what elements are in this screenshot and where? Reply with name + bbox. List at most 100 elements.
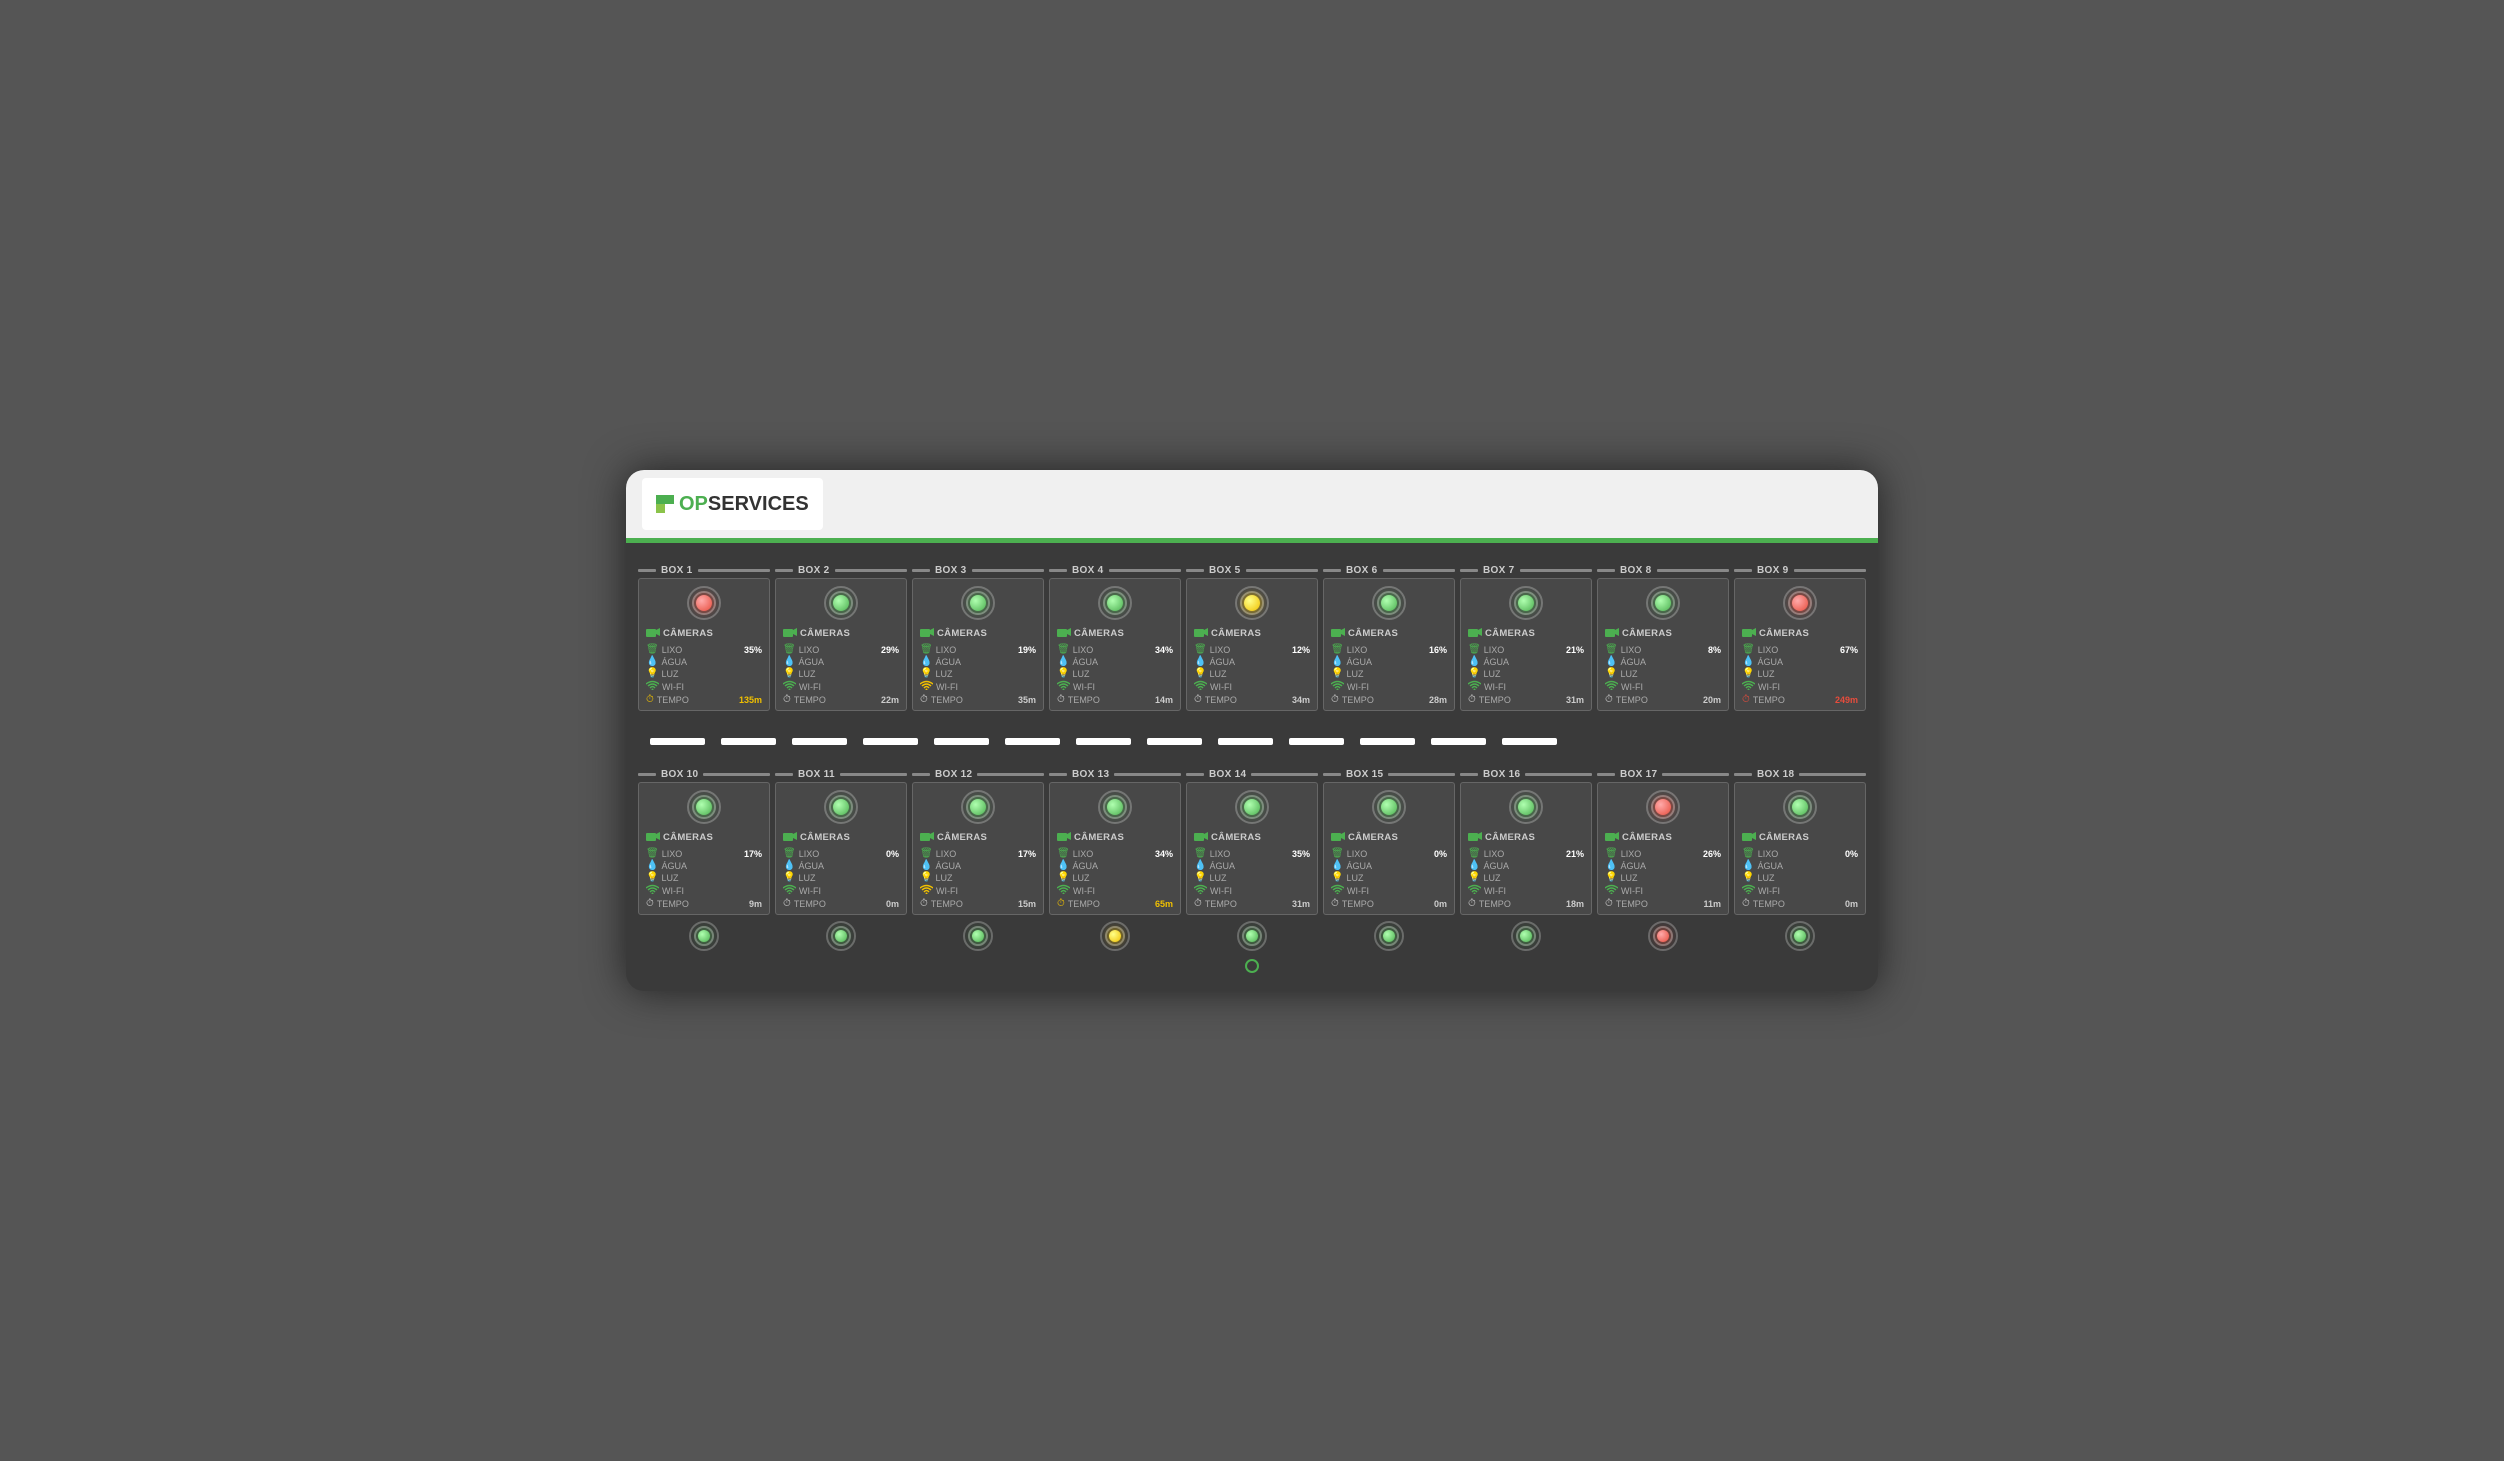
box-name: BOX 10: [661, 769, 698, 780]
luz-label: LUZ: [798, 873, 815, 883]
box-card: CÂMERAS🗑LIXO34%💧ÁGUA💡LUZ WI-FI⏱TEMPO14m: [1049, 578, 1181, 711]
agua-label: ÁGUA: [798, 861, 824, 871]
camera-icon: [920, 624, 934, 642]
monitor-screen: OPSERVICES BOX 1CÂMERAS🗑LIXO35%💧ÁGUA💡LUZ…: [626, 470, 1878, 991]
box-wrapper: BOX 9CÂMERAS🗑LIXO67%💧ÁGUA💡LUZ WI-FI⏱TEMP…: [1734, 565, 1866, 711]
road-mark: [1502, 738, 1557, 745]
lixo-label: LIXO: [1621, 849, 1700, 859]
cameras-label: CÂMERAS: [1074, 628, 1124, 639]
lixo-value: 8%: [1708, 645, 1721, 655]
tempo-icon: ⏱: [1057, 898, 1065, 909]
agua-label: ÁGUA: [1483, 861, 1509, 871]
luz-icon: 💡: [1194, 872, 1206, 883]
wifi-icon: [1194, 680, 1207, 693]
box-name: BOX 8: [1620, 565, 1652, 576]
lixo-icon: 🗑: [1331, 644, 1344, 655]
tempo-value: 18m: [1566, 899, 1584, 909]
lixo-label: LIXO: [1484, 849, 1563, 859]
tempo-icon: ⏱: [646, 898, 654, 909]
agua-icon: 💧: [920, 656, 932, 667]
lixo-value: 21%: [1566, 849, 1584, 859]
cameras-label: CÂMERAS: [1622, 628, 1672, 639]
lixo-icon: 🗑: [783, 848, 796, 859]
box-card: CÂMERAS🗑LIXO0%💧ÁGUA💡LUZ WI-FI⏱TEMPO0m: [1323, 782, 1455, 915]
camera-icon: [1194, 624, 1208, 642]
agua-icon: 💧: [1194, 656, 1206, 667]
tempo-label: TEMPO: [1479, 899, 1563, 909]
wifi-label: WI-FI: [1073, 886, 1095, 896]
lixo-label: LIXO: [1073, 645, 1152, 655]
luz-label: LUZ: [1072, 669, 1089, 679]
tempo-label: TEMPO: [1205, 695, 1289, 705]
luz-icon: 💡: [1605, 668, 1617, 679]
cameras-label: CÂMERAS: [1348, 832, 1398, 843]
agua-label: ÁGUA: [1072, 657, 1098, 667]
lixo-label: LIXO: [936, 849, 1015, 859]
luz-icon: 💡: [1331, 872, 1343, 883]
agua-label: ÁGUA: [1346, 861, 1372, 871]
lixo-value: 67%: [1840, 645, 1858, 655]
lixo-icon: 🗑: [920, 848, 933, 859]
row1-boxes: BOX 1CÂMERAS🗑LIXO35%💧ÁGUA💡LUZ WI-FI⏱TEMP…: [638, 565, 1866, 711]
agua-label: ÁGUA: [1620, 861, 1646, 871]
road-mark: [792, 738, 847, 745]
tempo-label: TEMPO: [1616, 899, 1701, 909]
box-name: BOX 5: [1209, 565, 1241, 576]
lixo-value: 35%: [1292, 849, 1310, 859]
cameras-label: CÂMERAS: [663, 628, 713, 639]
tempo-label: TEMPO: [1753, 899, 1842, 909]
tempo-value: 35m: [1018, 695, 1036, 705]
lixo-label: LIXO: [1347, 849, 1431, 859]
lixo-value: 16%: [1429, 645, 1447, 655]
box-wrapper: BOX 14CÂMERAS🗑LIXO35%💧ÁGUA💡LUZ WI-FI⏱TEM…: [1186, 769, 1318, 915]
lixo-icon: 🗑: [783, 644, 796, 655]
box-card: CÂMERAS🗑LIXO17%💧ÁGUA💡LUZ WI-FI⏱TEMPO15m: [912, 782, 1044, 915]
luz-icon: 💡: [1742, 668, 1754, 679]
luz-label: LUZ: [661, 873, 678, 883]
bottom-signals: [638, 919, 1866, 953]
luz-label: LUZ: [1757, 669, 1774, 679]
agua-icon: 💧: [1194, 860, 1206, 871]
box-card: CÂMERAS🗑LIXO0%💧ÁGUA💡LUZ WI-FI⏱TEMPO0m: [775, 782, 907, 915]
wifi-label: WI-FI: [1347, 886, 1369, 896]
luz-label: LUZ: [1209, 669, 1226, 679]
tempo-label: TEMPO: [1753, 695, 1832, 705]
lixo-label: LIXO: [1210, 849, 1289, 859]
agua-icon: 💧: [1057, 656, 1069, 667]
luz-label: LUZ: [1346, 873, 1363, 883]
wifi-icon: [1742, 680, 1755, 693]
cameras-label: CÂMERAS: [800, 832, 850, 843]
road-mark: [1076, 738, 1131, 745]
wifi-icon: [1331, 680, 1344, 693]
box-wrapper: BOX 8CÂMERAS🗑LIXO8%💧ÁGUA💡LUZ WI-FI⏱TEMPO…: [1597, 565, 1729, 711]
agua-icon: 💧: [1331, 656, 1343, 667]
tempo-value: 9m: [749, 899, 762, 909]
box-card: CÂMERAS🗑LIXO67%💧ÁGUA💡LUZ WI-FI⏱TEMPO249m: [1734, 578, 1866, 711]
box-name: BOX 11: [798, 769, 835, 780]
box-wrapper: BOX 6CÂMERAS🗑LIXO16%💧ÁGUA💡LUZ WI-FI⏱TEMP…: [1323, 565, 1455, 711]
box-card: CÂMERAS🗑LIXO26%💧ÁGUA💡LUZ WI-FI⏱TEMPO11m: [1597, 782, 1729, 915]
cameras-label: CÂMERAS: [1074, 832, 1124, 843]
lixo-value: 12%: [1292, 645, 1310, 655]
lixo-label: LIXO: [799, 849, 883, 859]
wifi-label: WI-FI: [1484, 886, 1506, 896]
tempo-icon: ⏱: [1468, 694, 1476, 705]
agua-label: ÁGUA: [1483, 657, 1509, 667]
tempo-value: 14m: [1155, 695, 1173, 705]
wifi-label: WI-FI: [799, 886, 821, 896]
box-wrapper: BOX 13CÂMERAS🗑LIXO34%💧ÁGUA💡LUZ WI-FI⏱TEM…: [1049, 769, 1181, 915]
lixo-value: 29%: [881, 645, 899, 655]
road-mark: [1005, 738, 1060, 745]
agua-icon: 💧: [1057, 860, 1069, 871]
box-wrapper: BOX 16CÂMERAS🗑LIXO21%💧ÁGUA💡LUZ WI-FI⏱TEM…: [1460, 769, 1592, 915]
cameras-label: CÂMERAS: [937, 628, 987, 639]
lixo-icon: 🗑: [1331, 848, 1344, 859]
camera-icon: [1468, 624, 1482, 642]
bottom-signal-wrapper: [1186, 919, 1318, 953]
wifi-label: WI-FI: [1210, 682, 1232, 692]
wifi-label: WI-FI: [1073, 682, 1095, 692]
road-mark: [650, 738, 705, 745]
lixo-icon: 🗑: [1605, 644, 1618, 655]
bottom-dot: [626, 959, 1878, 973]
box-name: BOX 14: [1209, 769, 1246, 780]
